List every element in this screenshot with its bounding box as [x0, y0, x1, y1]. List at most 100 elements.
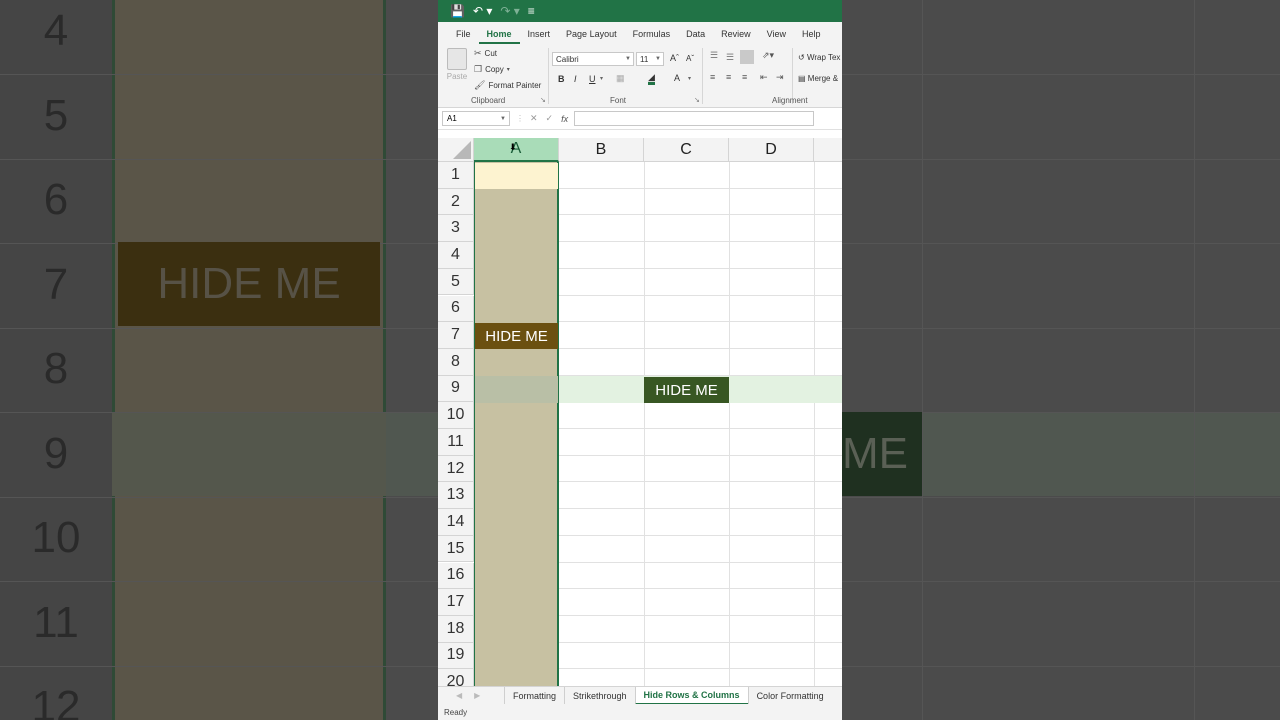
column-header-b[interactable]: B — [559, 138, 644, 162]
align-bottom-icon[interactable] — [740, 50, 754, 64]
row-header-13[interactable]: 13 — [438, 482, 474, 510]
borders-icon[interactable]: ▦ — [616, 73, 625, 84]
bg-row-number: 12 — [31, 682, 81, 720]
copy-button[interactable]: ❐ Copy ▾ — [474, 64, 510, 75]
cell-a1-active[interactable] — [475, 163, 558, 189]
row-header-1[interactable]: 1 — [438, 162, 474, 189]
gridline — [729, 162, 730, 686]
tab-home[interactable]: Home — [478, 22, 520, 44]
cell-a7[interactable]: HIDE ME — [475, 323, 558, 349]
row-header-16[interactable]: 16 — [438, 562, 474, 590]
row-header-18[interactable]: 18 — [438, 615, 474, 643]
copy-label: Copy — [485, 65, 504, 74]
bg-row-number: 4 — [43, 6, 69, 55]
customize-icon[interactable]: ≡ — [528, 4, 535, 18]
merge-button[interactable]: ▤ Merge & — [798, 74, 838, 83]
undo-icon[interactable]: ↶ ▾ — [473, 4, 492, 18]
tab-page-layout[interactable]: Page Layout — [558, 22, 625, 44]
font-name-select[interactable]: Calibri ▼ — [552, 52, 634, 66]
ribbon: Paste ✂ Cut ❐ Copy ▾ 🖌 Format Painter Cl… — [438, 44, 842, 108]
chevron-down-icon[interactable]: ▾ — [688, 75, 691, 82]
decrease-indent-icon[interactable]: ⇤ — [760, 72, 768, 83]
orientation-icon[interactable]: ⇗▾ — [762, 50, 774, 61]
row-header-3[interactable]: 3 — [438, 215, 474, 243]
bg-row-number: 6 — [43, 175, 69, 224]
sheet-prev-icon[interactable]: ◀ — [456, 691, 462, 700]
column-header-d[interactable]: D — [729, 138, 814, 162]
sheet-tab-strikethrough[interactable]: Strikethrough — [564, 686, 635, 705]
row-header-9[interactable]: 9 — [438, 375, 474, 403]
tab-data[interactable]: Data — [678, 22, 713, 44]
increase-indent-icon[interactable]: ⇥ — [776, 72, 784, 83]
column-header-c[interactable]: C — [644, 138, 729, 162]
paintbrush-icon: 🖌 — [474, 80, 486, 90]
row-header-2[interactable]: 2 — [438, 188, 474, 216]
redo-icon[interactable]: ↷ ▾ — [500, 4, 519, 18]
tab-view[interactable]: View — [759, 22, 794, 44]
more-icon: ⋮ — [516, 114, 524, 123]
sheet-tab-color-formatting[interactable]: Color Formatting — [747, 686, 832, 705]
tab-insert[interactable]: Insert — [520, 22, 559, 44]
paste-button[interactable]: Paste — [446, 48, 468, 81]
fill-color-icon[interactable]: ◢ — [648, 72, 655, 85]
bg-column-a — [112, 0, 386, 720]
wrap-text-button[interactable]: ↺ Wrap Tex — [798, 53, 840, 62]
cell-c9[interactable]: HIDE ME — [644, 377, 729, 403]
cancel-icon[interactable]: ✕ — [530, 113, 538, 124]
tab-help[interactable]: Help — [794, 22, 829, 44]
sheet-next-icon[interactable]: ▶ — [474, 691, 480, 700]
underline-button[interactable]: U — [589, 74, 596, 84]
row-header-10[interactable]: 10 — [438, 402, 474, 429]
align-middle-icon[interactable]: ☰ — [726, 52, 734, 63]
status-text: Ready — [444, 707, 468, 717]
bg-row-number: 9 — [43, 428, 69, 478]
align-top-icon[interactable]: ☰ — [710, 50, 718, 61]
font-color-icon[interactable]: A — [674, 73, 680, 83]
row-header-4[interactable]: 4 — [438, 242, 474, 269]
enter-icon[interactable]: ✓ — [546, 113, 554, 124]
name-box[interactable]: A1 ▼ — [442, 111, 510, 126]
align-left-icon[interactable]: ≡ — [710, 72, 715, 82]
sheet-tab-hide-rows-columns[interactable]: Hide Rows & Columns — [634, 686, 748, 705]
wrap-text-icon: ↺ — [798, 53, 805, 62]
row-header-8[interactable]: 8 — [438, 348, 474, 376]
formula-input[interactable] — [574, 111, 815, 126]
scissors-icon: ✂ — [474, 48, 482, 58]
sheet-tab-formatting[interactable]: Formatting — [504, 686, 564, 705]
dialog-launcher-icon[interactable]: ↘ — [540, 96, 546, 104]
insert-function-icon[interactable]: fx — [561, 114, 568, 124]
merge-label: Merge & — [807, 74, 839, 83]
sheet-nav: ◀ ▶ — [438, 691, 504, 700]
tab-review[interactable]: Review — [713, 22, 759, 44]
tab-formulas[interactable]: Formulas — [625, 22, 679, 44]
merge-icon: ▤ — [798, 74, 806, 83]
font-name-value: Calibri — [556, 54, 579, 64]
row-header-15[interactable]: 15 — [438, 535, 474, 563]
row-header-19[interactable]: 19 — [438, 642, 474, 670]
dialog-launcher-icon[interactable]: ↘ — [694, 96, 700, 104]
shrink-font-icon[interactable]: Aˇ — [686, 54, 694, 63]
format-painter-button[interactable]: 🖌 Format Painter — [474, 80, 541, 91]
row-header-12[interactable]: 12 — [438, 455, 474, 483]
font-size-select[interactable]: 11 ▼ — [636, 52, 664, 66]
align-right-icon[interactable]: ≡ — [742, 72, 747, 82]
row-header-7[interactable]: 7 — [438, 322, 474, 349]
row-header-11[interactable]: 11 — [438, 429, 474, 456]
align-center-icon[interactable]: ≡ — [726, 72, 731, 82]
tab-file[interactable]: File — [448, 22, 479, 44]
row-header-6[interactable]: 6 — [438, 295, 474, 323]
row-header-5[interactable]: 5 — [438, 268, 474, 296]
row-header-20[interactable]: 20 — [438, 669, 474, 686]
italic-button[interactable]: I — [574, 74, 577, 84]
row-header-14[interactable]: 14 — [438, 509, 474, 536]
bold-button[interactable]: B — [558, 74, 565, 84]
cut-label: Cut — [484, 49, 497, 58]
row-header-17[interactable]: 17 — [438, 589, 474, 616]
column-header-e[interactable] — [814, 138, 842, 162]
grow-font-icon[interactable]: Aˆ — [670, 53, 679, 63]
select-all-button[interactable] — [438, 138, 474, 162]
chevron-down-icon[interactable]: ▾ — [600, 75, 603, 82]
excel-window: 💾 ↶ ▾ ↷ ▾ ≡ File Home Insert Page Layout For… — [438, 0, 842, 720]
save-icon[interactable]: 💾 — [450, 4, 465, 18]
cut-button[interactable]: ✂ Cut — [474, 48, 497, 59]
